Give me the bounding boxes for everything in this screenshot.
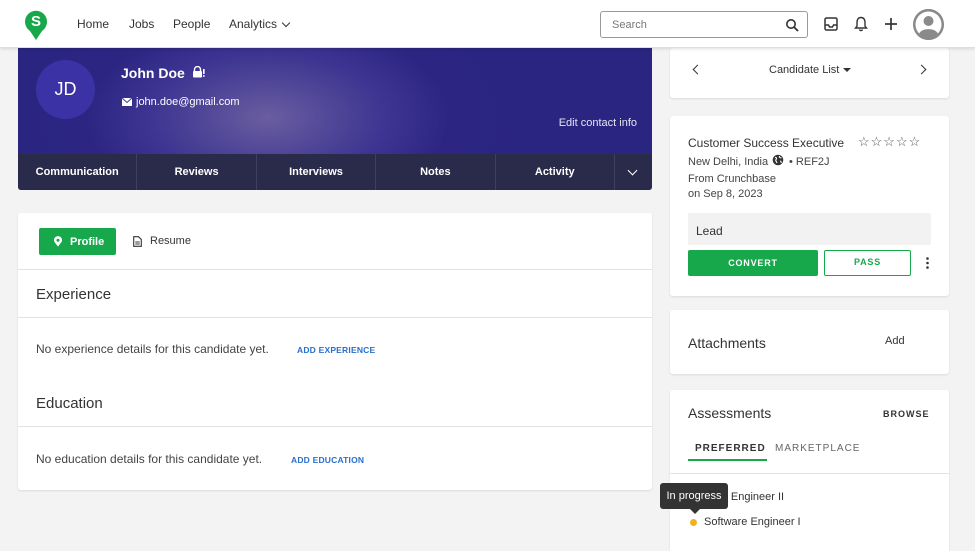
- attachments-card: Attachments Add: [670, 310, 949, 374]
- search-icon[interactable]: [785, 18, 799, 32]
- attachments-heading: Attachments: [688, 335, 766, 351]
- status-tooltip: In progress: [660, 483, 728, 509]
- tab-preferred[interactable]: PREFERRED: [695, 443, 766, 454]
- nav-jobs-link[interactable]: Jobs: [129, 17, 154, 31]
- app-logo-icon[interactable]: S: [24, 9, 48, 41]
- candidate-list-label: Candidate List: [769, 64, 840, 76]
- education-heading: Education: [36, 395, 103, 412]
- job-date: on Sep 8, 2023: [688, 188, 763, 200]
- profile-button[interactable]: Profile: [39, 228, 116, 255]
- convert-button[interactable]: CONVERT: [688, 250, 818, 276]
- search-placeholder: Search: [612, 19, 647, 31]
- job-source: From Crunchbase: [688, 173, 777, 185]
- pass-button[interactable]: PASS: [824, 250, 911, 276]
- experience-empty-message: No experience details for this candidate…: [36, 342, 269, 356]
- profile-button-label: Profile: [70, 236, 105, 248]
- candidate-email[interactable]: john.doe@gmail.com: [136, 96, 240, 108]
- plus-icon[interactable]: [882, 15, 900, 33]
- tab-communication[interactable]: Communication: [18, 154, 138, 190]
- chevron-down-icon: [627, 165, 638, 176]
- top-navigation-bar: S Home Jobs People Analytics Search: [0, 0, 975, 48]
- tabs-more-button[interactable]: [615, 154, 652, 190]
- chevron-down-icon: [281, 18, 291, 28]
- job-title[interactable]: Customer Success Executive: [688, 136, 844, 150]
- nav-people-link[interactable]: People: [173, 17, 210, 31]
- pipeline-stage-label: Lead: [696, 224, 723, 238]
- education-empty-message: No education details for this candidate …: [36, 452, 263, 466]
- more-options-icon[interactable]: [926, 257, 929, 269]
- assessment-item[interactable]: Software Engineer I: [704, 516, 801, 528]
- bell-icon[interactable]: [852, 15, 870, 33]
- svg-text:S: S: [31, 13, 41, 30]
- candidate-list-navigator: Candidate List: [670, 48, 949, 98]
- globe-icon: [772, 154, 784, 166]
- tab-notes[interactable]: Notes: [376, 154, 496, 190]
- user-silhouette-icon: [913, 9, 944, 40]
- tab-marketplace[interactable]: MARKETPLACE: [775, 443, 860, 454]
- candidate-name: John Doe: [121, 65, 205, 81]
- tab-activity[interactable]: Activity: [496, 154, 615, 190]
- tab-interviews[interactable]: Interviews: [257, 154, 377, 190]
- candidate-list-dropdown[interactable]: Candidate List: [769, 64, 852, 76]
- user-avatar[interactable]: [913, 9, 944, 40]
- tab-reviews[interactable]: Reviews: [137, 154, 257, 190]
- divider: [18, 269, 652, 270]
- candidate-avatar: JD: [36, 60, 95, 119]
- divider: [18, 426, 652, 427]
- divider: [18, 317, 652, 318]
- active-tab-indicator: [688, 459, 767, 461]
- profile-card: Profile Resume Experience No experience …: [18, 213, 652, 490]
- previous-candidate-icon[interactable]: [692, 64, 703, 75]
- assessments-card: Assessments BROWSE PREFERRED MARKETPLACE…: [670, 390, 949, 551]
- divider: [670, 473, 949, 474]
- experience-heading: Experience: [36, 286, 112, 303]
- job-application-card: Customer Success Executive ☆☆☆☆☆ New Del…: [670, 116, 949, 296]
- nav-analytics-dropdown[interactable]: Analytics: [229, 17, 291, 31]
- lock-alert-icon: [192, 65, 205, 78]
- job-location: New Delhi, India: [688, 156, 769, 168]
- add-attachment-button[interactable]: Add: [885, 335, 905, 347]
- email-icon: [122, 98, 132, 106]
- assessments-heading: Assessments: [688, 405, 772, 421]
- in-progress-status-dot[interactable]: [690, 519, 697, 526]
- resume-button[interactable]: Resume: [133, 235, 191, 247]
- location-pin-icon: [54, 236, 62, 247]
- nav-analytics-label: Analytics: [229, 17, 278, 31]
- caret-down-icon: [843, 68, 852, 72]
- pipeline-stage[interactable]: Lead: [688, 213, 931, 245]
- edit-contact-link[interactable]: Edit contact info: [559, 117, 637, 129]
- job-reference: • REF2J: [789, 156, 830, 168]
- candidate-header: JD John Doe john.doe@gmail.com Edit cont…: [18, 48, 652, 190]
- add-experience-link[interactable]: ADD EXPERIENCE: [297, 345, 375, 355]
- resume-button-label: Resume: [150, 235, 191, 247]
- star-rating[interactable]: ☆☆☆☆☆: [858, 134, 921, 150]
- next-candidate-icon[interactable]: [916, 64, 927, 75]
- candidate-name-text: John Doe: [121, 65, 185, 81]
- add-education-link[interactable]: ADD EDUCATION: [291, 455, 364, 465]
- browse-assessments-button[interactable]: BROWSE: [883, 409, 930, 419]
- search-input[interactable]: Search: [600, 11, 808, 38]
- tooltip-arrow: [690, 509, 700, 514]
- inbox-icon[interactable]: [822, 15, 840, 33]
- candidate-tabs: Communication Reviews Interviews Notes A…: [18, 154, 652, 190]
- nav-home-link[interactable]: Home: [77, 17, 109, 31]
